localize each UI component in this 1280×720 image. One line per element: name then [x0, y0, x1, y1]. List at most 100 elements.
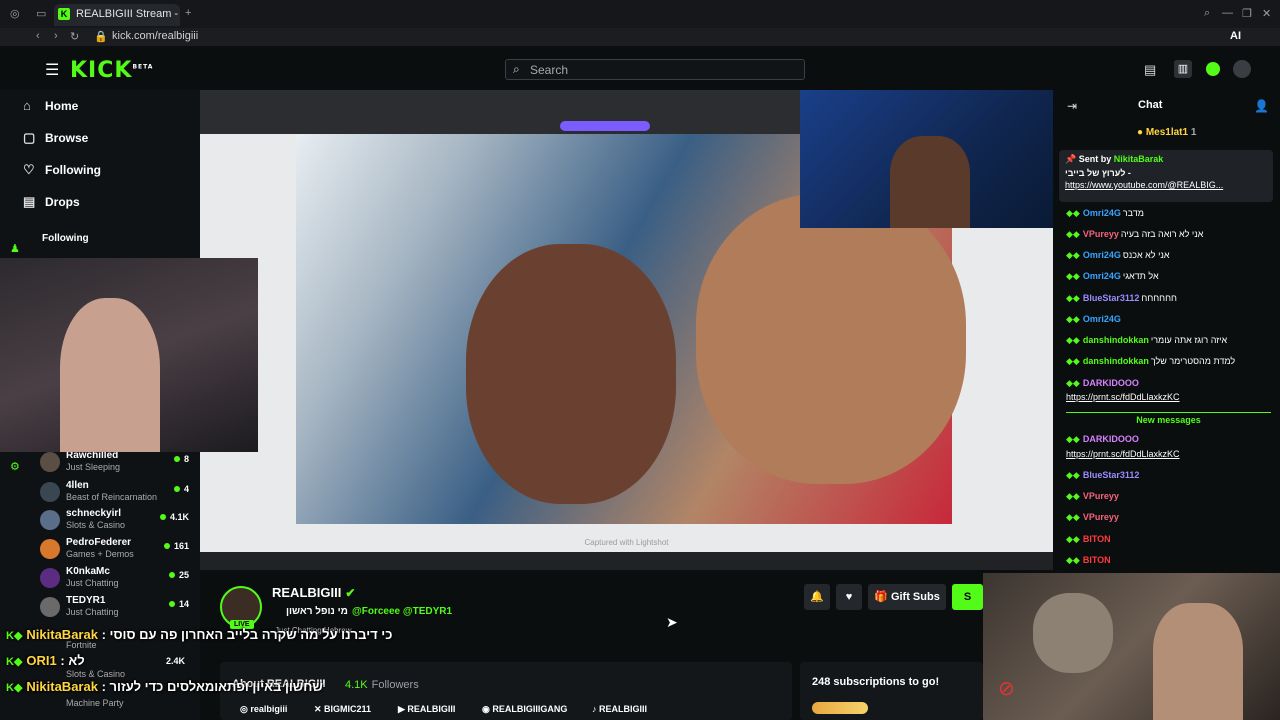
notify-button[interactable]: 🔔 — [804, 584, 830, 610]
reload-icon[interactable]: ↻ — [70, 30, 79, 43]
channel-category: Machine Party — [66, 698, 124, 708]
forward-icon[interactable]: › — [54, 30, 58, 42]
chat-message[interactable]: ◆◆ BlueStar3112 חחחחחח — [1066, 293, 1271, 304]
layout-icon[interactable]: ▥ — [1174, 60, 1192, 78]
kick-logo[interactable]: KICKBETA — [70, 58, 153, 83]
back-icon[interactable]: ‹ — [36, 30, 40, 42]
muted-mic-icon: ⊘ — [998, 678, 1015, 700]
maximize-icon[interactable]: ❐ — [1242, 7, 1252, 20]
top-gifter[interactable]: ● Mes1lat1 1 — [1137, 127, 1196, 138]
chat-username[interactable]: Omri24G — [1083, 250, 1121, 260]
viewer-count: 161 — [164, 541, 189, 551]
chat-username[interactable]: Omri24G — [1083, 208, 1121, 218]
social-youtube[interactable]: ▶ REALBIGIII — [398, 704, 455, 715]
social-x[interactable]: ✕ BIGMIC211 — [314, 704, 371, 715]
close-icon[interactable]: ✕ — [1262, 7, 1271, 20]
chat-username[interactable]: VPureyy — [1083, 491, 1119, 501]
badge-icon: ◆◆ — [1066, 555, 1080, 565]
sidebar-channel[interactable]: 4llen Beast of Reincarnation 4 — [40, 480, 195, 508]
social-discord[interactable]: ◉ REALBIGIIIGANG — [482, 704, 567, 715]
chat-username[interactable]: Omri24G — [1083, 314, 1121, 324]
nav-label: Drops — [45, 195, 80, 209]
chat-message[interactable]: ◆◆ VPureyy אני לא רואה בזה בעיה — [1066, 229, 1271, 240]
search-icon[interactable]: ⌕ — [1204, 7, 1210, 20]
chat-text: אל תדאגי — [1122, 271, 1159, 281]
sidebar-channel[interactable]: PedroFederer Games + Demos 161 — [40, 537, 195, 565]
chat-message[interactable]: ◆◆ VPureyy — [1066, 491, 1271, 502]
theater-mode-icon[interactable]: ▤ — [1144, 62, 1156, 78]
chat-message[interactable]: ◆◆ Omri24G אני לא אכנס — [1066, 250, 1271, 261]
subscribe-button[interactable]: S — [952, 584, 983, 610]
chat-username[interactable]: danshindokkan — [1083, 356, 1149, 366]
overlay-webcam-right — [983, 573, 1280, 720]
overlay-chat-username: NikitaBarak — [26, 679, 98, 694]
chat-username[interactable]: danshindokkan — [1083, 335, 1149, 345]
discord-icon: ◉ — [482, 704, 493, 714]
pinned-message[interactable]: 📌 Sent by NikitaBarak לערוץ של בייבי - h… — [1059, 150, 1273, 202]
chat-link[interactable]: https://prnt.sc/fdDdLlaxkzKC — [1066, 449, 1271, 459]
nav-following[interactable]: ♡ Following — [23, 162, 101, 177]
badge-icon: ◆◆ — [1066, 335, 1080, 345]
chat-message[interactable]: ◆◆ Omri24G אל תדאגי — [1066, 271, 1271, 282]
tab-list-icon[interactable]: ▭ — [36, 7, 46, 20]
social-instagram[interactable]: ◎ realbigiii — [240, 704, 287, 715]
overlay-chat-message: K◆ ORI1 : לא — [6, 653, 85, 668]
chat-message[interactable]: ◆◆ BlueStar3112 — [1066, 470, 1271, 481]
chat-message[interactable]: ◆◆ BITON — [1066, 534, 1271, 545]
search-input[interactable]: ⌕ Search — [505, 59, 805, 80]
video-player[interactable]: Captured with Lightshot — [200, 90, 1053, 570]
user-avatar[interactable] — [1233, 60, 1251, 78]
chat-message[interactable]: ◆◆ VPureyy — [1066, 512, 1271, 523]
chat-message[interactable]: ◆◆ danshindokkan איזה רוגז אתה עומרי — [1066, 335, 1271, 346]
chat-username[interactable]: BlueStar3112 — [1083, 293, 1140, 303]
chat-users-icon[interactable]: 👤 — [1254, 99, 1269, 113]
chat-message[interactable]: ◆◆ danshindokkan למדת מהסטרימר שלך — [1066, 356, 1271, 367]
chat-username[interactable]: BITON — [1083, 534, 1111, 544]
ai-button[interactable]: AI — [1230, 30, 1241, 42]
stream-title-mentions[interactable]: @Forceee @TEDYR1 — [352, 606, 452, 617]
chat-username[interactable]: DARKIDOOO — [1083, 434, 1139, 444]
chat-message[interactable]: ◆◆ Omri24G — [1066, 314, 1271, 325]
sidebar-channel[interactable]: schneckyirl Slots & Casino 4.1K — [40, 508, 195, 536]
chat-message[interactable]: ◆◆ BITON — [1066, 555, 1271, 566]
collapse-chat-icon[interactable]: ⇥ — [1067, 99, 1077, 113]
following-section-title: Following — [42, 233, 89, 244]
browser-menu-icon[interactable]: ◎ — [10, 7, 20, 20]
pinned-link[interactable]: https://www.youtube.com/@REALBIG... — [1065, 180, 1267, 190]
hamburger-menu-icon[interactable]: ☰ — [45, 60, 59, 80]
shared-screen-taskbar — [200, 552, 1053, 570]
chat-username[interactable]: VPureyy — [1083, 512, 1119, 522]
settings-icon[interactable]: ⚙ — [10, 460, 20, 473]
sidebar-channel[interactable]: TEDYR1 Just Chatting 14 — [40, 595, 195, 623]
chat-link[interactable]: https://prnt.sc/fdDdLlaxkzKC — [1066, 392, 1271, 402]
browser-tab[interactable]: K REALBIGIII Stream - Wa — [54, 4, 180, 26]
nav-drops[interactable]: ▤ Drops — [23, 194, 80, 209]
nav-label: Following — [45, 163, 101, 177]
subscription-goal-progress — [812, 702, 868, 714]
nav-browse[interactable]: ▢ Browse — [23, 130, 88, 145]
chat-username[interactable]: BITON — [1083, 555, 1111, 565]
minimize-icon[interactable]: — — [1222, 7, 1233, 19]
chat-message[interactable]: ◆◆ DARKIDOOO — [1066, 378, 1271, 389]
badge-icon: K◆ — [6, 630, 23, 642]
kick-status-icon[interactable] — [1206, 62, 1220, 76]
gift-subs-button[interactable]: 🎁 Gift Subs — [868, 584, 946, 610]
social-tiktok[interactable]: ♪ REALBIGIII — [592, 704, 647, 714]
chat-username[interactable]: DARKIDOOO — [1083, 378, 1139, 388]
sidebar-channel[interactable]: Rawchilled Just Sleeping 8 — [40, 450, 195, 478]
chat-text: אני לא אכנס — [1122, 250, 1170, 260]
chat-username[interactable]: BlueStar3112 — [1083, 470, 1140, 480]
channel-avatar — [40, 539, 60, 559]
follow-button[interactable]: ♥ — [836, 584, 862, 610]
sidebar-channel[interactable]: K0nkaMc Just Chatting 25 — [40, 566, 195, 594]
followers-label: Followers — [371, 679, 419, 691]
url-text[interactable]: kick.com/realbigiii — [112, 30, 198, 42]
channel-name[interactable]: REALBIGIII ✔ — [272, 585, 355, 600]
viewer-count: 8 — [174, 454, 189, 464]
chat-username[interactable]: VPureyy — [1083, 229, 1119, 239]
nav-home[interactable]: ⌂ Home — [23, 98, 78, 113]
new-tab-icon[interactable]: + — [185, 7, 191, 19]
chat-message[interactable]: ◆◆ DARKIDOOO — [1066, 434, 1271, 445]
chat-username[interactable]: Omri24G — [1083, 271, 1121, 281]
chat-message[interactable]: ◆◆ Omri24G מדבר — [1066, 208, 1271, 219]
